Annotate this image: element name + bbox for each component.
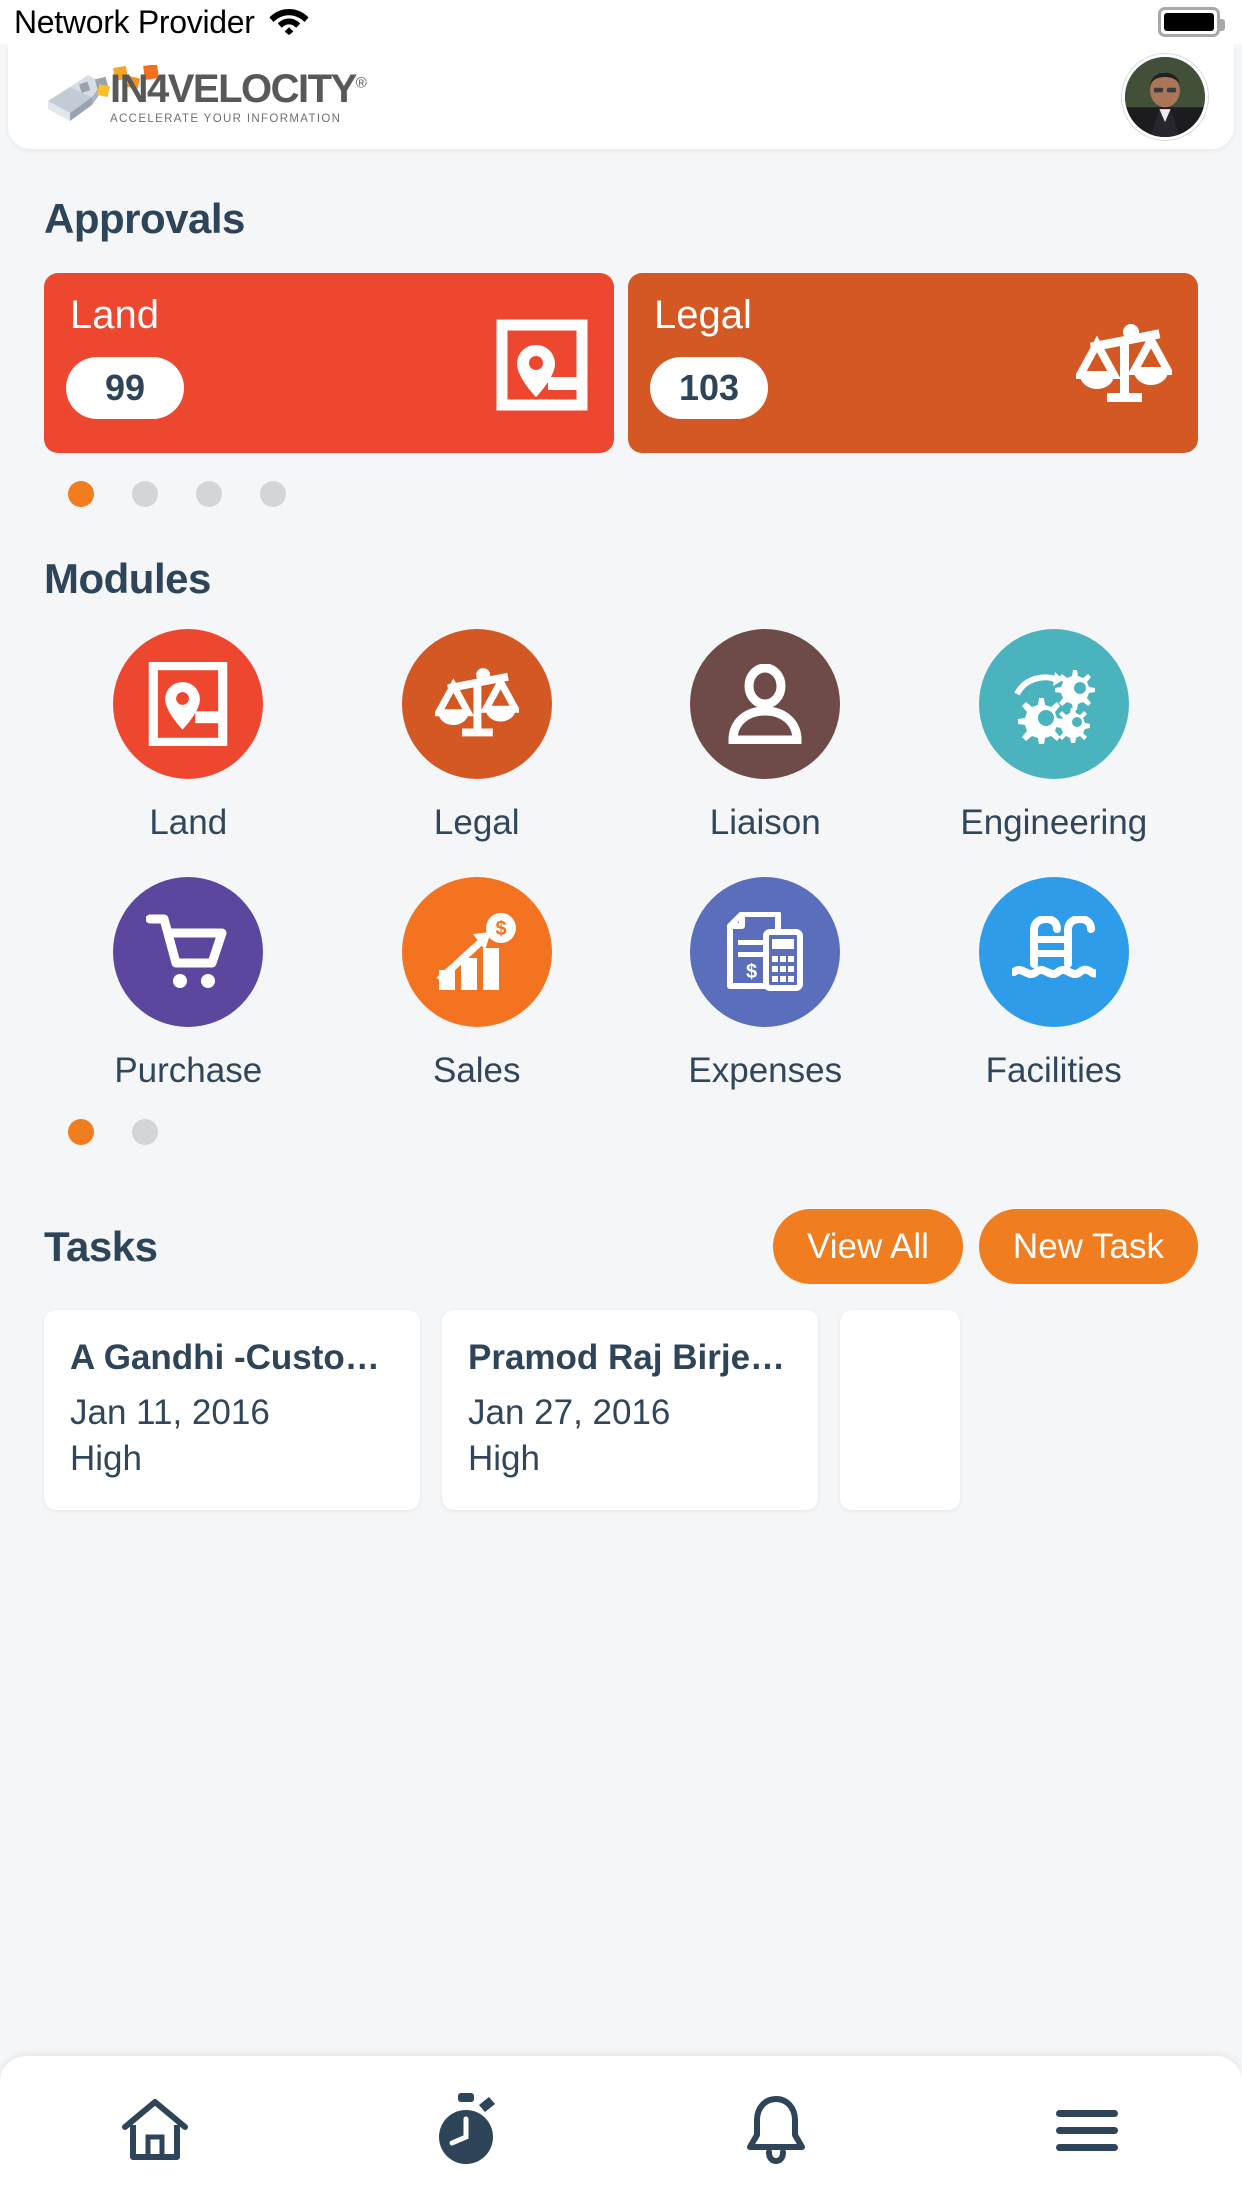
task-cards-carousel[interactable]: A Gandhi -Custome… Jan 11, 2016 High Pra… <box>44 1310 1198 1510</box>
stopwatch-icon <box>431 2092 501 2172</box>
approvals-section: Approvals Land 99 Legal 103 <box>0 195 1242 507</box>
svg-text:$: $ <box>495 918 506 940</box>
logo-word-text: IN <box>110 66 149 111</box>
approvals-title: Approvals <box>44 195 245 242</box>
approvals-pager[interactable] <box>44 481 1198 507</box>
module-item-legal[interactable]: Legal <box>333 629 622 843</box>
logo-word-4: 4 <box>147 66 169 111</box>
tasks-header: Tasks View All New Task <box>44 1209 1198 1284</box>
wifi-icon <box>269 5 309 40</box>
land-map-marker-icon <box>496 319 588 416</box>
nav-menu[interactable] <box>932 2106 1242 2159</box>
approval-count: 103 <box>678 367 740 408</box>
registered-mark: ® <box>355 74 367 92</box>
nav-notifications[interactable] <box>621 2095 932 2170</box>
module-item-sales[interactable]: $ Sales <box>333 877 622 1091</box>
modules-title: Modules <box>44 555 211 602</box>
task-date: Jan 27, 2016 <box>468 1392 671 1432</box>
module-item-expenses[interactable]: $ Expenses <box>621 877 910 1091</box>
pager-dot-1[interactable] <box>68 481 94 507</box>
logo-word-velocity: VELOCITY <box>167 66 358 111</box>
invoice-calculator-icon: $ <box>690 877 841 1027</box>
bottom-navigation <box>0 2056 1242 2208</box>
module-label: Land <box>149 803 228 842</box>
module-label: Liaison <box>709 803 821 842</box>
shopping-cart-icon <box>113 877 264 1027</box>
hamburger-menu-icon <box>1054 2106 1120 2159</box>
task-title: Pramod Raj Birje-C… <box>468 1338 792 1377</box>
pager-dot-2[interactable] <box>132 481 158 507</box>
modules-row-1: Land Legal Liaison Engineering <box>44 629 1198 843</box>
task-priority: High <box>70 1438 142 1478</box>
pager-dot-4[interactable] <box>260 481 286 507</box>
task-card[interactable]: Pramod Raj Birje-C… Jan 27, 2016 High <box>442 1310 818 1510</box>
approval-card-legal[interactable]: Legal 103 <box>628 273 1198 453</box>
module-label: Facilities <box>985 1051 1122 1090</box>
task-priority: High <box>468 1438 540 1478</box>
module-label: Sales <box>432 1051 521 1090</box>
brand-logo: IN4VELOCITY® ACCELERATE YOUR INFORMATION <box>44 64 367 127</box>
task-date: Jan 11, 2016 <box>70 1392 270 1432</box>
swimming-pool-icon <box>978 877 1129 1027</box>
module-item-purchase[interactable]: Purchase <box>44 877 333 1091</box>
modules-grid: Land Legal Liaison Engineering Purchase … <box>44 629 1198 1091</box>
logo-cube-icon <box>44 64 159 127</box>
status-bar-left: Network Provider <box>14 4 309 41</box>
logo-word: IN4VELOCITY® <box>110 66 367 111</box>
tasks-title: Tasks <box>44 1222 158 1270</box>
pager-dot-3[interactable] <box>196 481 222 507</box>
svg-text:$: $ <box>746 961 757 983</box>
view-all-button[interactable]: View All <box>773 1209 963 1284</box>
nav-timer[interactable] <box>311 2092 622 2172</box>
home-icon <box>119 2097 191 2168</box>
app-header: IN4VELOCITY® ACCELERATE YOUR INFORMATION <box>8 44 1234 149</box>
new-task-button[interactable]: New Task <box>978 1209 1198 1284</box>
nav-home[interactable] <box>0 2097 311 2168</box>
scales-of-justice-icon <box>1073 319 1175 416</box>
approval-count-badge: 99 <box>66 357 184 419</box>
module-item-facilities[interactable]: Facilities <box>910 877 1199 1091</box>
approval-count-badge: 103 <box>650 357 768 419</box>
task-title: A Gandhi -Custome… <box>70 1338 394 1377</box>
module-label: Purchase <box>114 1051 263 1090</box>
bell-icon <box>745 2095 807 2170</box>
carrier-label: Network Provider <box>14 3 255 40</box>
modules-row-2: Purchase $ Sales $ Expenses Facilities <box>44 877 1198 1091</box>
task-card-partial[interactable] <box>840 1310 960 1510</box>
approval-count: 99 <box>104 367 146 408</box>
person-icon <box>690 629 841 779</box>
module-item-land[interactable]: Land <box>44 629 333 843</box>
task-card[interactable]: A Gandhi -Custome… Jan 11, 2016 High <box>44 1310 420 1510</box>
approval-cards: Land 99 Legal 103 <box>44 273 1198 453</box>
logo-wordmark: IN4VELOCITY® ACCELERATE YOUR INFORMATION <box>110 66 367 127</box>
pager-dot-2[interactable] <box>132 1119 158 1145</box>
battery-full-icon <box>1158 7 1225 37</box>
module-item-liaison[interactable]: Liaison <box>621 629 910 843</box>
growth-chart-dollar-icon: $ <box>401 877 552 1027</box>
tasks-section: Tasks View All New Task A Gandhi -Custom… <box>0 1209 1242 1510</box>
logo-tagline: ACCELERATE YOUR INFORMATION <box>110 112 342 125</box>
module-label: Expenses <box>688 1051 843 1090</box>
modules-section: Modules Land Legal Liaison Engineering P… <box>0 555 1242 1145</box>
status-bar: Network Provider <box>0 0 1242 44</box>
module-label: Engineering <box>960 803 1148 842</box>
scales-of-justice-icon <box>401 629 552 779</box>
approval-card-land[interactable]: Land 99 <box>44 273 614 453</box>
pager-dot-1[interactable] <box>68 1119 94 1145</box>
land-map-marker-icon <box>113 629 264 779</box>
avatar[interactable] <box>1122 53 1208 140</box>
modules-pager[interactable] <box>44 1119 1198 1145</box>
module-item-engineering[interactable]: Engineering <box>910 629 1199 843</box>
module-label: Legal <box>433 803 520 842</box>
gears-icon <box>978 629 1129 779</box>
